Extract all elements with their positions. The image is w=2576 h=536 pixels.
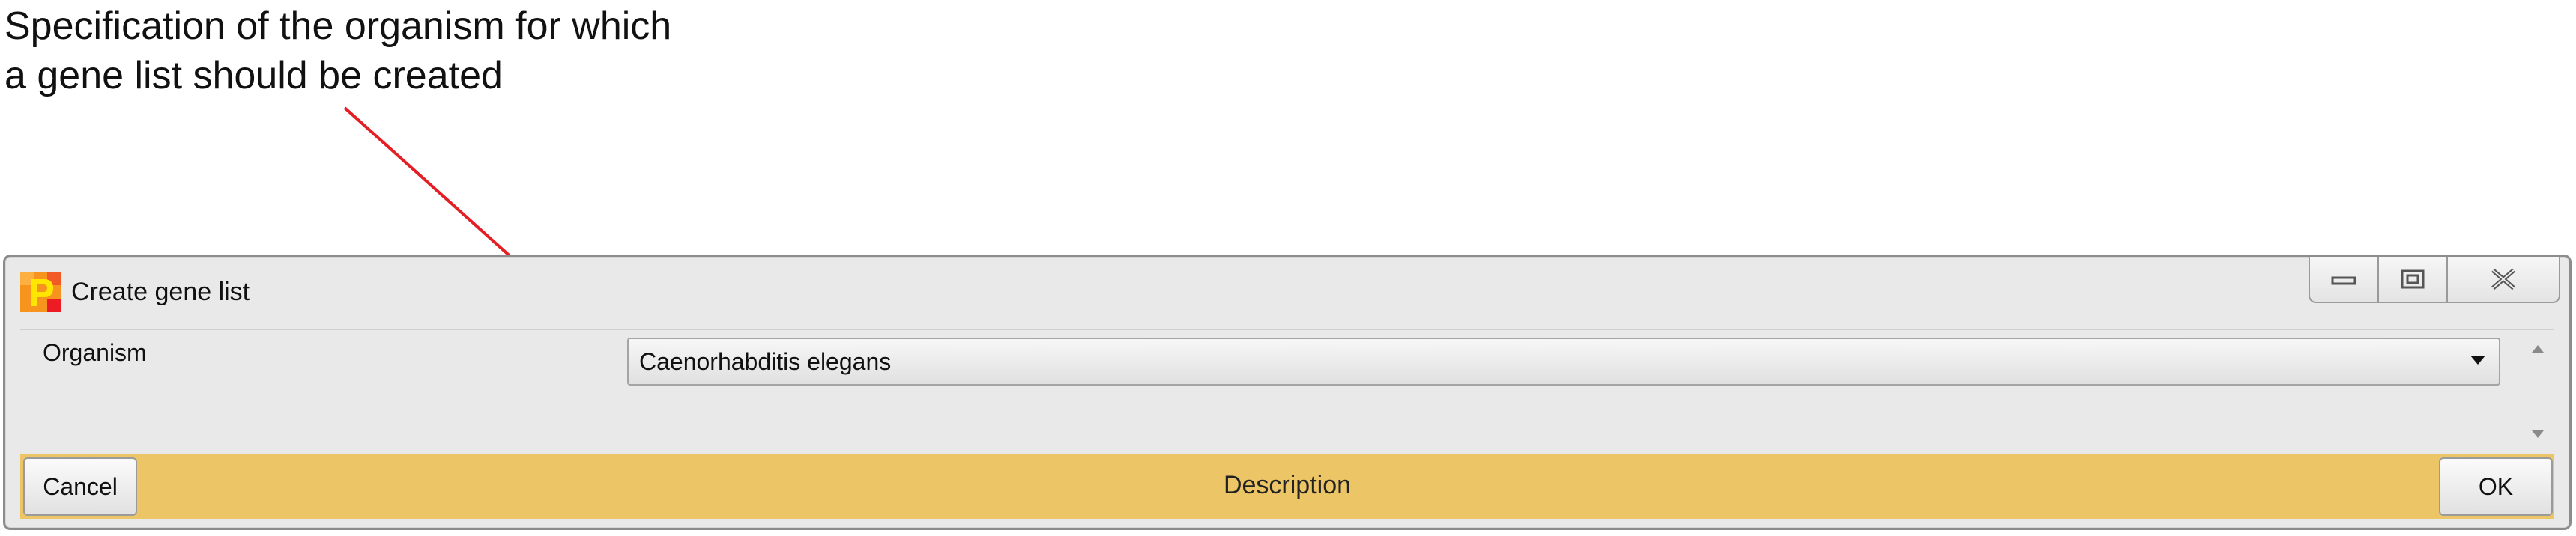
- organism-selected-value: Caenorhabditis elegans: [639, 348, 892, 375]
- maximize-button[interactable]: [2379, 257, 2448, 303]
- window-controls: [2309, 257, 2560, 303]
- close-icon: [2491, 268, 2515, 290]
- close-button[interactable]: [2448, 257, 2560, 303]
- form-area: Organism Caenorhabditis elegans: [20, 329, 2554, 454]
- maximize-icon: [2401, 269, 2425, 289]
- window-title: Create gene list: [71, 278, 250, 306]
- cancel-button[interactable]: Cancel: [23, 457, 137, 516]
- description-bar: Description Cancel OK: [20, 454, 2554, 519]
- chevron-down-icon: [2470, 356, 2485, 365]
- annotation-text: Specification of the organism for which …: [4, 1, 829, 100]
- create-gene-list-window: Create gene list Organism Caenorhabditis…: [3, 255, 2572, 530]
- scroll-up-icon[interactable]: [2532, 345, 2544, 353]
- annotation-line-1: Specification of the organism for which: [4, 4, 672, 48]
- description-text: Description: [1223, 471, 1352, 499]
- minimize-icon: [2331, 276, 2356, 285]
- minimize-button[interactable]: [2309, 257, 2379, 303]
- scroll-down-icon[interactable]: [2532, 430, 2544, 438]
- ok-button[interactable]: OK: [2439, 457, 2553, 516]
- app-icon: [20, 272, 61, 312]
- annotation-line-2: a gene list should be created: [4, 54, 503, 97]
- title-bar[interactable]: Create gene list: [5, 257, 2569, 327]
- organism-dropdown[interactable]: Caenorhabditis elegans: [627, 338, 2500, 386]
- organism-label: Organism: [43, 339, 147, 366]
- screenshot-stage: Specification of the organism for which …: [0, 0, 2576, 536]
